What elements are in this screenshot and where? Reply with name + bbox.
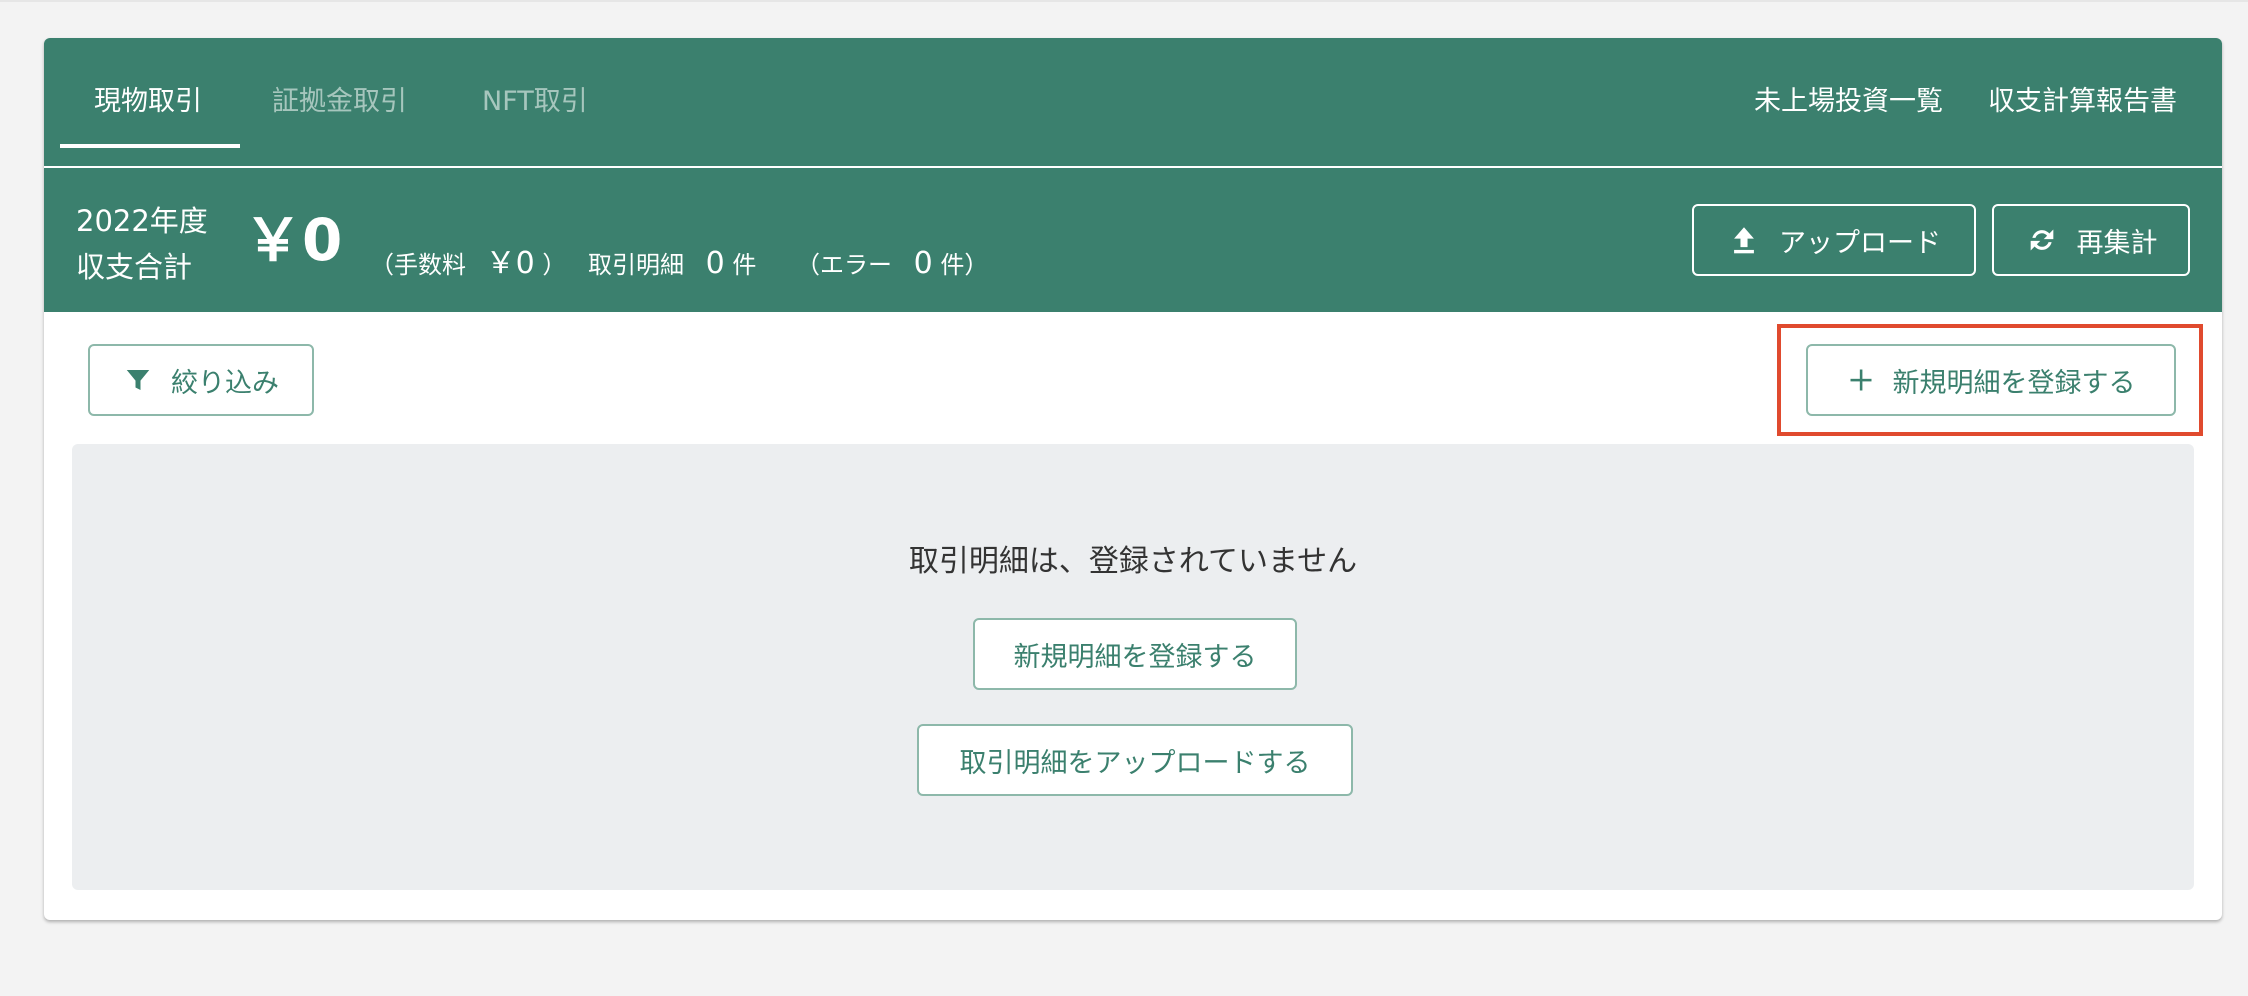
unlisted-investments-link[interactable]: 未上場投資一覧 — [1754, 82, 1943, 122]
fiscal-year: 2022年度 — [76, 204, 208, 238]
empty-state-panel: 取引明細は、登録されていません 新規明細を登録する 取引明細をアップロードする — [72, 444, 2194, 890]
upload-details-button[interactable]: 取引明細をアップロードする — [917, 724, 1353, 796]
recalculate-label: 再集計 — [2076, 227, 2158, 259]
upload-icon — [1734, 227, 1754, 254]
fee-label: （手数料 — [370, 251, 466, 279]
details-unit: 件 — [732, 251, 757, 279]
tab-spot-trading[interactable]: 現物取引 — [94, 82, 202, 122]
details-count: 0 — [705, 246, 725, 281]
tab-margin-trading[interactable]: 証拠金取引 — [272, 82, 407, 122]
register-detail-button[interactable]: 新規明細を登録する — [973, 618, 1297, 690]
fee-close: ） — [542, 251, 567, 279]
empty-state-message: 取引明細は、登録されていません — [908, 544, 1358, 579]
tab-nft-trading[interactable]: NFT取引 — [482, 82, 588, 122]
highlight-box — [1777, 324, 2203, 436]
details-count-info: 取引明細 0 件 — [588, 246, 756, 283]
filter-icon — [126, 370, 150, 390]
fee-info: （手数料 ￥0 ） — [370, 246, 566, 283]
recalculate-button[interactable]: 再集計 — [1992, 204, 2190, 276]
details-label: 取引明細 — [588, 251, 684, 279]
upload-button[interactable]: アップロード — [1692, 204, 1976, 276]
top-divider — [0, 0, 2248, 2]
filter-button[interactable]: 絞り込み — [88, 344, 314, 416]
total-amount: ￥0 — [244, 206, 343, 274]
filter-label: 絞り込み — [171, 367, 279, 399]
error-unit: 件） — [940, 251, 989, 279]
main-card: 現物取引 証拠金取引 NFT取引 未上場投資一覧 収支計算報告書 2022年度 … — [44, 38, 2222, 920]
active-tab-indicator — [60, 144, 240, 148]
summary-bar: 2022年度 収支合計 ￥0 （手数料 ￥0 ） 取引明細 0 件 （エラー 0… — [44, 168, 2222, 312]
error-label: （エラー — [796, 251, 892, 279]
upload-label: アップロード — [1779, 227, 1941, 259]
year-total-label: 2022年度 収支合計 — [76, 198, 208, 290]
refresh-icon — [2030, 229, 2053, 251]
total-label: 収支合計 — [76, 250, 193, 284]
error-count-info: （エラー 0 件） — [796, 246, 988, 283]
income-report-link[interactable]: 収支計算報告書 — [1988, 82, 2177, 122]
fee-value: ￥0 — [485, 246, 535, 281]
tab-bar: 現物取引 証拠金取引 NFT取引 未上場投資一覧 収支計算報告書 — [44, 38, 2222, 166]
error-count: 0 — [913, 246, 933, 281]
